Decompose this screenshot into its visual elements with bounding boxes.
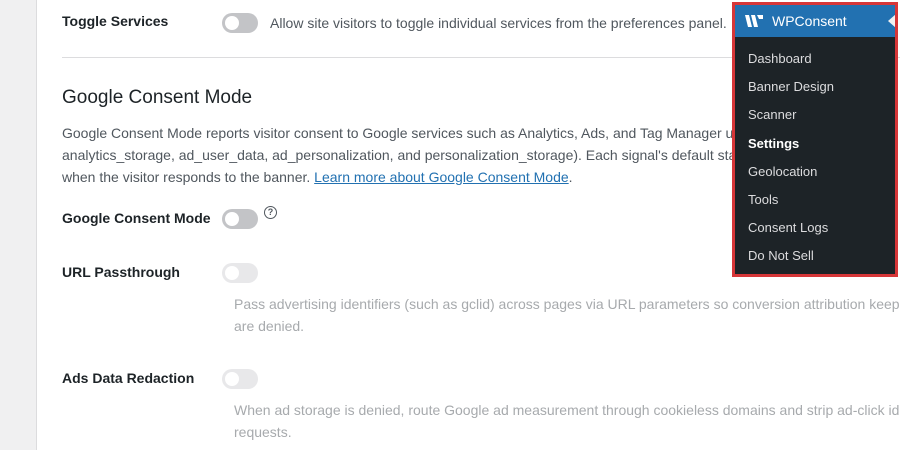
google-consent-mode-switch[interactable] (222, 209, 258, 229)
wpconsent-submenu: WPConsent Dashboard Banner Design Scanne… (732, 2, 898, 277)
menu-item-dashboard[interactable]: Dashboard (735, 45, 895, 73)
url-passthrough-switch[interactable] (222, 263, 258, 283)
section-description-line: analytics_storage, ad_user_data, ad_pers… (62, 147, 756, 163)
learn-more-link[interactable]: Learn more about Google Consent Mode (314, 169, 569, 185)
menu-item-settings[interactable]: Settings (735, 130, 895, 158)
ads-data-redaction-label: Ads Data Redaction (62, 370, 195, 386)
toggle-services-description: Allow site visitors to toggle individual… (270, 15, 727, 31)
url-passthrough-label: URL Passthrough (62, 264, 180, 280)
section-title: Google Consent Mode (62, 87, 253, 108)
toggle-services-switch[interactable] (222, 13, 258, 33)
help-icon[interactable]: ? (264, 206, 277, 219)
wpconsent-logo-icon (745, 15, 763, 27)
section-description-line: Google Consent Mode reports visitor cons… (62, 125, 744, 141)
url-passthrough-description: Pass advertising identifiers (such as gc… (234, 293, 900, 337)
description-period: . (568, 169, 573, 185)
wpconsent-menu-header[interactable]: WPConsent (735, 5, 895, 37)
menu-item-consent-logs[interactable]: Consent Logs (735, 214, 895, 242)
menu-item-tools[interactable]: Tools (735, 186, 895, 214)
toggle-services-label: Toggle Services (62, 13, 169, 29)
menu-pointer-icon (888, 14, 895, 28)
menu-item-banner-design[interactable]: Banner Design (735, 73, 895, 101)
description-line: Pass advertising identifiers (such as gc… (234, 296, 900, 312)
menu-item-do-not-sell[interactable]: Do Not Sell (735, 242, 895, 270)
description-line: requests. (234, 424, 292, 440)
section-description: Google Consent Mode reports visitor cons… (62, 122, 756, 188)
description-line: When ad storage is denied, route Google … (234, 402, 900, 418)
description-text: when the visitor responds to the banner. (62, 169, 315, 185)
ads-data-redaction-switch[interactable] (222, 369, 258, 389)
submenu-list: Dashboard Banner Design Scanner Settings… (735, 37, 895, 271)
google-consent-mode-label: Google Consent Mode (62, 210, 211, 226)
description-line: are denied. (234, 318, 305, 334)
brand-name: WPConsent (772, 13, 847, 29)
ads-data-redaction-description: When ad storage is denied, route Google … (234, 399, 900, 443)
menu-item-scanner[interactable]: Scanner (735, 101, 895, 129)
menu-item-geolocation[interactable]: Geolocation (735, 158, 895, 186)
section-description-line: when the visitor responds to the banner.… (62, 166, 756, 188)
